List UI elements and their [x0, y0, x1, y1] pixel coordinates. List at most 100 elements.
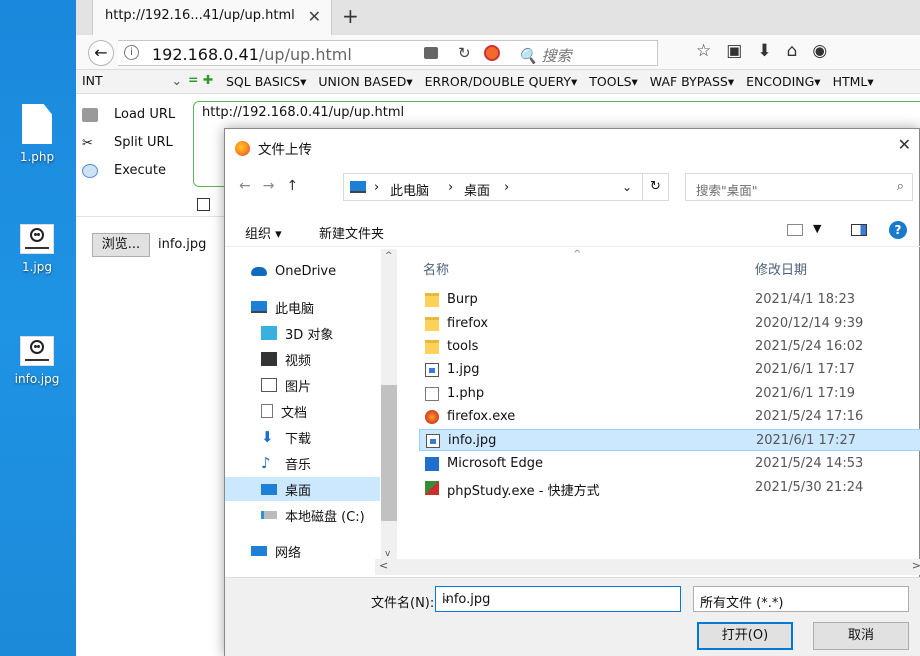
split-url-button[interactable]: ✂ Split URL	[82, 135, 173, 151]
hackbar-side-panel: Load URL ✂ Split URL Execute	[76, 95, 194, 210]
up-arrow-icon[interactable]: ↑	[286, 178, 310, 194]
menu-waf-bypass[interactable]: WAF BYPASS▾	[650, 74, 734, 89]
load-url-button[interactable]: Load URL	[82, 107, 175, 122]
url-bar[interactable]: i 192.168.0.41/up/up.html ↻ 🔍 搜索	[118, 40, 658, 66]
breadcrumb-desktop[interactable]: 桌面	[464, 180, 490, 199]
file-row-burp[interactable]: Burp 2021/4/1 18:23	[419, 289, 920, 311]
file-row-microsoft-edge[interactable]: Microsoft Edge 2021/5/24 14:53	[419, 453, 920, 475]
refresh-icon[interactable]: ↻	[643, 173, 669, 201]
file-row-tools[interactable]: tools 2021/5/24 16:02	[419, 336, 920, 358]
forward-arrow-icon[interactable]: →	[263, 178, 287, 194]
download-icon[interactable]: ⬇	[757, 41, 786, 61]
extension-icon[interactable]: ◉	[812, 41, 842, 61]
plus-minus-icon[interactable]: = ✚	[188, 72, 213, 87]
horizontal-scrollbar[interactable]: < >	[375, 559, 920, 575]
desktop: 1.php 1.jpg info.jpg	[0, 0, 76, 656]
desktop-icon-1-jpg[interactable]: 1.jpg	[6, 224, 68, 274]
file-row-info-jpg[interactable]: info.jpg 2021/6/1 17:27	[419, 429, 920, 451]
play-icon	[82, 163, 98, 178]
scroll-up-icon[interactable]: ^	[385, 251, 393, 261]
menu-error-double-query[interactable]: ERROR/DOUBLE QUERY▾	[425, 74, 578, 89]
filename-input[interactable]: info.jpg ⌄	[435, 586, 681, 612]
library-icon[interactable]: ▣	[726, 41, 757, 61]
music-icon: ♪	[261, 454, 271, 472]
nav-item-video[interactable]: 视频	[261, 347, 311, 371]
menu-html[interactable]: HTML▾	[833, 74, 874, 89]
scroll-left-icon[interactable]: <	[379, 559, 388, 572]
scroll-right-icon[interactable]: >	[912, 559, 920, 572]
nav-item-documents[interactable]: 文档	[261, 399, 307, 423]
preview-pane-icon[interactable]	[851, 224, 867, 236]
nav-item-this-pc[interactable]: 此电脑	[251, 295, 314, 319]
block-icon[interactable]	[484, 45, 500, 61]
chevron-down-icon: ⌄	[700, 591, 711, 605]
chevron-down-icon[interactable]: ⌄	[622, 180, 632, 194]
menu-encoding[interactable]: ENCODING▾	[746, 74, 820, 89]
reader-view-icon[interactable]	[424, 47, 438, 59]
file-row-firefox[interactable]: firefox 2020/12/14 9:39	[419, 313, 920, 335]
image-file-icon	[425, 363, 439, 377]
view-options-icon[interactable]	[787, 224, 803, 236]
cancel-button[interactable]: 取消	[813, 622, 909, 650]
firefox-icon	[235, 140, 250, 156]
nav-scrollbar[interactable]: ^ v	[381, 249, 397, 565]
file-type-select[interactable]: 所有文件 (*.*) ⌄	[693, 586, 909, 612]
browser-tab[interactable]: http://192.16...41/up/up.html ✕	[92, 0, 332, 35]
back-arrow-icon[interactable]: ←	[239, 178, 263, 194]
file-row-firefox-exe[interactable]: firefox.exe 2021/5/24 17:16	[419, 406, 920, 428]
download-icon: ⬇	[261, 428, 274, 446]
desktop-icon-label: info.jpg	[14, 372, 60, 386]
new-folder-button[interactable]: 新建文件夹	[319, 223, 384, 242]
scroll-down-icon[interactable]: v	[385, 549, 390, 559]
navigation-pane: OneDrive 此电脑 3D 对象 视频 图片 文档 ⬇ 下载 ♪ 音乐 桌面 本…	[225, 249, 397, 569]
pictures-icon	[261, 378, 277, 392]
file-row-1-php[interactable]: 1.php 2021/6/1 17:19	[419, 383, 920, 405]
chevron-down-icon[interactable]: ⌄	[442, 591, 674, 605]
post-data-checkbox[interactable]	[197, 198, 210, 211]
breadcrumb[interactable]: › 此电脑 › 桌面 › ⌄	[343, 173, 643, 201]
close-icon[interactable]: ✕	[898, 135, 911, 154]
menu-tools[interactable]: TOOLS▾	[589, 74, 638, 89]
nav-item-local-disk[interactable]: 本地磁盘 (C:)	[261, 503, 365, 527]
reload-icon[interactable]: ↻	[458, 44, 471, 62]
close-tab-icon[interactable]: ✕	[308, 7, 321, 26]
php-file-icon	[22, 104, 52, 144]
search-box[interactable]: 🔍 搜索	[518, 45, 571, 66]
desktop-icon-label: 1.jpg	[21, 260, 53, 274]
menu-union-based[interactable]: UNION BASED▾	[318, 74, 412, 89]
toolbar-icons: ☆▣⬇⌂◉	[696, 41, 842, 61]
desktop-icon-1-php[interactable]: 1.php	[6, 104, 68, 164]
scrollbar-thumb[interactable]	[381, 385, 397, 521]
dialog-search-input[interactable]: 搜索"桌面" ⌕	[685, 173, 913, 201]
file-row-1-jpg[interactable]: 1.jpg 2021/6/1 17:17	[419, 359, 920, 381]
nav-item-music[interactable]: ♪ 音乐	[261, 451, 311, 475]
nav-item-desktop[interactable]: 桌面	[225, 477, 380, 501]
new-tab-icon[interactable]: +	[342, 4, 359, 28]
info-icon[interactable]: i	[124, 45, 139, 60]
hackbar-menus: SQL BASICS▾ UNION BASED▾ ERROR/DOUBLE QU…	[226, 74, 882, 89]
hackbar-type-select[interactable]: INT ⌄	[82, 73, 182, 91]
back-button[interactable]: ←	[88, 40, 114, 66]
menu-sql-basics[interactable]: SQL BASICS▾	[226, 74, 306, 89]
bookmark-star-icon[interactable]: ☆	[696, 41, 726, 61]
execute-button[interactable]: Execute	[82, 163, 166, 178]
folder-icon	[425, 293, 439, 307]
organize-button[interactable]: 组织 ▾	[245, 223, 282, 242]
file-row-phpstudy[interactable]: phpStudy.exe - 快捷方式 2021/5/30 21:24	[419, 477, 920, 499]
home-icon[interactable]: ⌂	[787, 41, 813, 61]
search-icon: ⌕	[896, 179, 904, 194]
column-header-modified[interactable]: 修改日期	[755, 259, 807, 278]
browse-button[interactable]: 浏览...	[92, 233, 150, 257]
desktop-icon-info-jpg[interactable]: info.jpg	[6, 336, 68, 386]
nav-item-network[interactable]: 网络	[251, 539, 301, 563]
column-header-name[interactable]: 名称	[423, 259, 449, 278]
breadcrumb-this-pc[interactable]: 此电脑	[390, 180, 429, 199]
help-icon[interactable]: ?	[889, 221, 907, 239]
nav-item-onedrive[interactable]: OneDrive	[251, 259, 336, 283]
nav-item-3d-objects[interactable]: 3D 对象	[261, 321, 333, 345]
documents-icon	[261, 404, 273, 418]
nav-item-pictures[interactable]: 图片	[261, 373, 311, 397]
nav-item-downloads[interactable]: ⬇ 下载	[261, 425, 311, 449]
open-button[interactable]: 打开(O)	[697, 622, 793, 650]
chevron-down-icon[interactable]: ▼	[813, 222, 821, 235]
